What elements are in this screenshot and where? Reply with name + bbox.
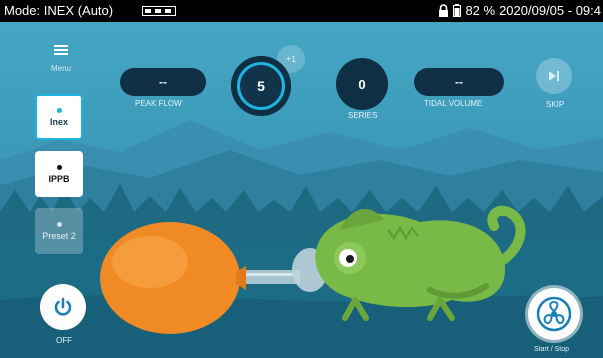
- start-stop-button[interactable]: [528, 288, 580, 340]
- start-stop-label: Start / Stop: [534, 346, 570, 353]
- fan-icon: [536, 296, 572, 332]
- app-screen: Mode: INEX (Auto) 82 % 2020/09/05 - 09:4: [0, 0, 603, 358]
- breathing-illustration: [100, 205, 526, 334]
